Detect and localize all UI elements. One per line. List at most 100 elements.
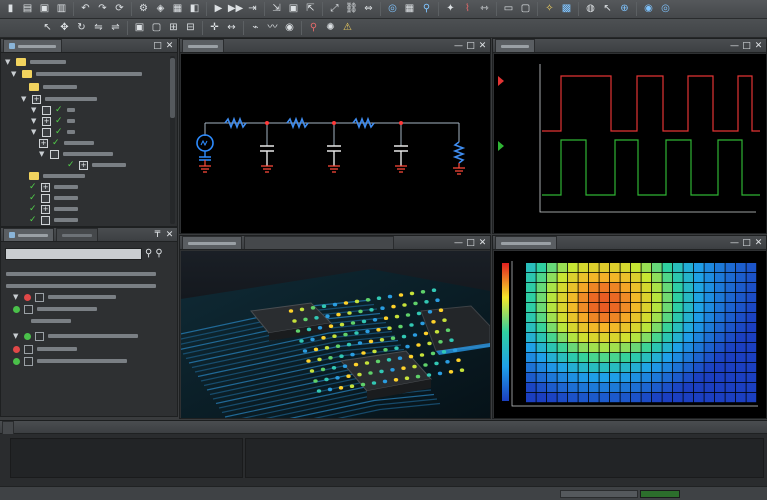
print-icon[interactable]: ▥ <box>54 2 69 17</box>
minimize-button[interactable]: — <box>454 40 463 51</box>
measure-icon[interactable]: ⇿ <box>477 2 492 17</box>
via-icon[interactable]: ◉ <box>282 21 297 36</box>
tree-item[interactable]: ✓ + <box>29 204 78 214</box>
forward-icon[interactable]: ▶ <box>211 2 226 17</box>
snap-icon[interactable]: ⊞ <box>166 21 181 36</box>
refresh-icon[interactable]: ⟳ <box>112 2 127 17</box>
close-button[interactable]: ✕ <box>165 229 174 240</box>
move-icon[interactable]: ✥ <box>57 21 72 36</box>
wand-icon[interactable]: ✧ <box>542 2 557 17</box>
waveform-canvas[interactable] <box>494 54 766 233</box>
pin-button[interactable]: ₸ <box>153 229 162 240</box>
search-icon[interactable]: ⚲ <box>145 248 152 259</box>
tree-item[interactable]: ▼ <box>5 57 66 67</box>
search-input[interactable] <box>5 247 142 260</box>
close-button[interactable]: ✕ <box>754 40 763 51</box>
search-icon[interactable]: ⚲ <box>306 21 321 36</box>
grid-icon[interactable]: ▦ <box>402 2 417 17</box>
property-row[interactable] <box>31 316 71 326</box>
minimize-button[interactable]: — <box>730 40 739 51</box>
align-icon[interactable]: ⇲ <box>269 2 284 17</box>
property-row[interactable]: ▼ <box>13 292 116 302</box>
tree-scrollbar[interactable] <box>170 56 175 224</box>
property-row[interactable]: ▼ <box>13 331 138 341</box>
tree-item[interactable]: ▼ + <box>21 94 97 104</box>
globe-icon[interactable]: ◍ <box>583 2 598 17</box>
tree-item[interactable]: ▼ <box>11 69 142 79</box>
cursor-icon[interactable]: ↖ <box>600 2 615 17</box>
tree-item[interactable]: ✓ <box>29 193 78 203</box>
new-folder-icon[interactable]: ▮ <box>3 2 18 17</box>
tree-item[interactable]: ▼ ✓ <box>31 127 75 137</box>
export-icon[interactable]: ⇱ <box>303 2 318 17</box>
redo-icon[interactable]: ↷ <box>95 2 110 17</box>
maximize-button[interactable]: □ <box>466 237 475 248</box>
tree-item[interactable]: ✓ <box>29 215 78 225</box>
cross-icon[interactable]: ✛ <box>207 21 222 36</box>
window-icon[interactable]: ▭ <box>501 2 516 17</box>
outline-tab[interactable] <box>56 228 98 241</box>
target-icon[interactable]: ⊕ <box>617 2 632 17</box>
step-icon[interactable]: ⇥ <box>245 2 260 17</box>
thermal-map-canvas[interactable] <box>494 251 766 418</box>
monitor-icon[interactable]: ▢ <box>518 2 533 17</box>
settings-icon[interactable]: ⚙ <box>136 2 151 17</box>
open-folder-icon[interactable]: ▤ <box>20 2 35 17</box>
ungroup-icon[interactable]: ▢ <box>149 21 164 36</box>
thermal-map-tab[interactable] <box>495 236 557 249</box>
component-icon[interactable]: ◈ <box>153 2 168 17</box>
maximize-button[interactable]: □ <box>742 237 751 248</box>
dimension-icon[interactable]: ↔ <box>224 21 239 36</box>
close-button[interactable]: ✕ <box>754 237 763 248</box>
pin-icon[interactable]: ✦ <box>443 2 458 17</box>
tree-item[interactable]: ▼ + ✓ <box>31 116 75 126</box>
console-tab[interactable] <box>2 420 14 434</box>
trace-icon[interactable]: 〰 <box>265 21 280 36</box>
chip-icon[interactable]: ▦ <box>170 2 185 17</box>
board-3d-tab[interactable] <box>182 236 242 249</box>
layer-icon[interactable]: ◧ <box>187 2 202 17</box>
filter-icon[interactable]: ⚲ <box>155 248 162 259</box>
probe-icon[interactable]: ◎ <box>385 2 400 17</box>
mirror-icon[interactable]: ⇌ <box>108 21 123 36</box>
close-button[interactable]: ✕ <box>478 40 487 51</box>
properties-tab[interactable] <box>3 228 54 241</box>
property-row[interactable] <box>13 356 127 366</box>
select-icon[interactable]: ↖ <box>40 21 55 36</box>
board-3d-secondary-tab[interactable] <box>244 236 394 249</box>
zoom-icon[interactable]: ⚲ <box>419 2 434 17</box>
picture-icon[interactable]: ▩ <box>559 2 574 17</box>
minimize-button[interactable]: — <box>730 237 739 248</box>
schematic-tab[interactable] <box>182 39 224 52</box>
flip-icon[interactable]: ⇋ <box>91 21 106 36</box>
rotate-icon[interactable]: ↻ <box>74 21 89 36</box>
warning-icon[interactable]: ⚠ <box>340 21 355 36</box>
schematic-canvas[interactable] <box>181 54 490 233</box>
tree-item[interactable]: + ✓ <box>39 138 94 148</box>
highlight-icon[interactable]: ✺ <box>323 21 338 36</box>
arrows-icon[interactable]: ⇔ <box>361 2 376 17</box>
tree-item[interactable]: ▼ ✓ <box>31 105 75 115</box>
close-button[interactable]: ✕ <box>165 40 174 51</box>
undo-icon[interactable]: ↶ <box>78 2 93 17</box>
maximize-button[interactable]: □ <box>466 40 475 51</box>
maximize-button[interactable]: □ <box>742 40 751 51</box>
tree-item[interactable]: ▼ <box>39 149 113 159</box>
property-row[interactable] <box>6 281 156 291</box>
minimize-button[interactable]: — <box>454 237 463 248</box>
route-icon[interactable]: ⌇ <box>460 2 475 17</box>
property-row[interactable] <box>6 269 156 279</box>
save-icon[interactable]: ▣ <box>37 2 52 17</box>
close-button[interactable]: ✕ <box>478 237 487 248</box>
fast-forward-icon[interactable]: ▶▶ <box>228 2 243 17</box>
tree-item[interactable]: ✓ + <box>29 182 78 192</box>
tree-item[interactable] <box>29 171 85 181</box>
property-row[interactable] <box>13 304 97 314</box>
grid-snap-icon[interactable]: ⊟ <box>183 21 198 36</box>
board-icon[interactable]: ▣ <box>286 2 301 17</box>
project-tree-tab[interactable] <box>3 39 62 52</box>
expand-icon[interactable]: ⤢ <box>327 2 342 17</box>
tree-item[interactable]: ✓ + <box>67 160 126 170</box>
eye-icon[interactable]: ◎ <box>658 2 673 17</box>
tree-item[interactable] <box>29 82 77 92</box>
